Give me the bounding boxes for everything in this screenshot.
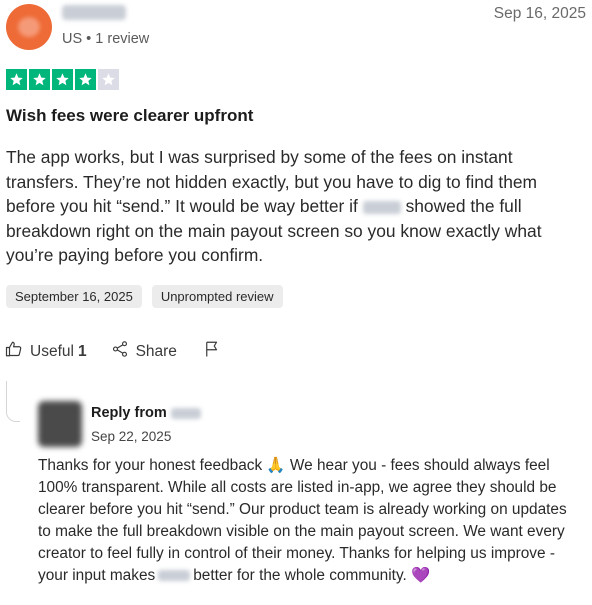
star-filled-icon [75, 69, 96, 90]
star-rating [6, 69, 119, 90]
useful-label: Useful [30, 342, 74, 360]
reply-body: Thanks for your honest feedback 🙏 We hea… [38, 455, 583, 586]
reviewer-name-redacted[interactable] [62, 5, 126, 20]
redacted-company-name [362, 200, 401, 214]
share-icon [111, 340, 129, 363]
review-body: The app works, but I was surprised by so… [6, 145, 586, 268]
flag-icon [203, 340, 221, 363]
reply-date: Sep 22, 2025 [91, 429, 172, 444]
company-logo-redacted [38, 401, 82, 447]
review-actions: Useful 1 Share [5, 340, 221, 363]
share-label: Share [135, 342, 177, 360]
star-filled-icon [29, 69, 50, 90]
reviewer-meta: US • 1 review [62, 31, 150, 47]
reply-title-prefix: Reply from [91, 405, 167, 421]
share-button[interactable]: Share [111, 340, 177, 363]
report-button[interactable] [203, 340, 221, 363]
star-filled-icon [6, 69, 27, 90]
redacted-company-name [158, 569, 191, 581]
useful-button[interactable]: Useful 1 [5, 340, 87, 363]
review-title: Wish fees were clearer upfront [6, 106, 254, 125]
date-of-experience-chip: September 16, 2025 [6, 285, 142, 308]
star-empty-icon [98, 69, 119, 90]
review-date: Sep 16, 2025 [493, 5, 586, 22]
review-tags: September 16, 2025 Unprompted review [6, 285, 283, 308]
review-type-chip: Unprompted review [151, 285, 283, 308]
reply-body-text-2: better for the whole community. 💜 [193, 566, 431, 584]
reply-body-text-1: Thanks for your honest feedback 🙏 We hea… [38, 457, 567, 584]
star-filled-icon [52, 69, 73, 90]
avatar-initials-redacted [18, 17, 40, 37]
reply-connector [6, 381, 20, 422]
reply-company-name-redacted [170, 407, 201, 419]
reply-title: Reply from [91, 405, 201, 421]
thumbs-up-icon [5, 340, 23, 363]
useful-count: 1 [77, 342, 87, 360]
